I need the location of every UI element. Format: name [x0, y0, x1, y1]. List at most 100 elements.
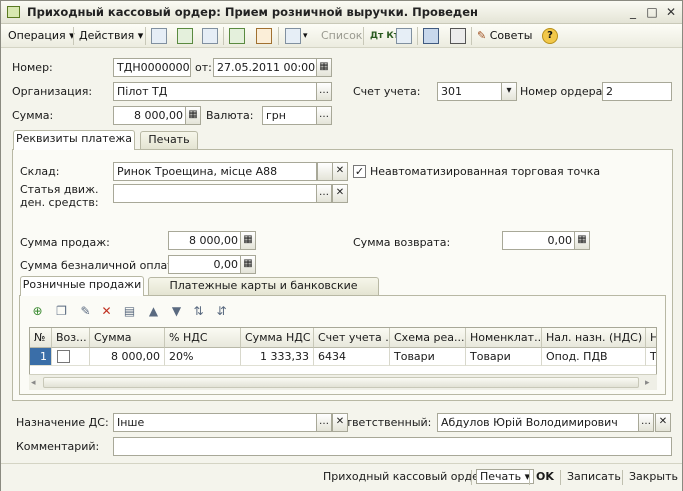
number-field[interactable]: ТДН00000002 — [113, 58, 191, 77]
tax-purpose-cell[interactable]: Опод. ПДВ — [542, 348, 646, 366]
minimize-button[interactable]: _ — [625, 4, 641, 20]
sum-field[interactable]: 8 000,00 — [113, 106, 187, 125]
unpost-document-icon[interactable] — [256, 28, 272, 44]
post-document-icon[interactable] — [229, 28, 245, 44]
column-header[interactable]: Нал. назн. (НДС) — [542, 328, 646, 348]
tab-retail-sales[interactable]: Розничные продажи — [20, 276, 144, 296]
sort-descending-icon[interactable]: ⇵ — [214, 304, 229, 319]
column-header[interactable]: Воз... — [52, 328, 90, 348]
copy-row-icon[interactable]: ❐ — [54, 304, 69, 319]
comment-label: Комментарий: — [16, 440, 100, 453]
currency-field[interactable]: грн — [262, 106, 318, 125]
responsible-field[interactable]: Абдулов Юрій Володимирович — [437, 413, 640, 432]
column-header[interactable]: Схема реа... — [390, 328, 466, 348]
extra-cell[interactable]: Т — [646, 348, 656, 366]
purpose-field[interactable]: Інше — [113, 413, 318, 432]
sales-sum-field[interactable]: 8 000,00 — [168, 231, 242, 250]
scroll-left-icon[interactable]: ◂ — [31, 378, 36, 388]
tab-print[interactable]: Печать — [140, 131, 198, 149]
calculator-icon[interactable]: ▦ — [185, 106, 201, 125]
horizontal-scrollbar[interactable]: ◂ ▸ — [29, 374, 657, 390]
calculator-icon[interactable]: ▦ — [574, 231, 590, 250]
calculator-icon[interactable]: ▦ — [240, 255, 256, 274]
vat-rate-cell[interactable]: 20% — [165, 348, 241, 366]
column-header[interactable]: Н — [646, 328, 656, 348]
order-number-field[interactable]: 2 — [602, 82, 672, 101]
scroll-right-icon[interactable]: ▸ — [645, 378, 650, 388]
move-up-icon[interactable]: ▲ — [146, 304, 161, 319]
calendar-icon[interactable]: ▦ — [316, 58, 332, 77]
copy-document-icon[interactable] — [202, 28, 218, 44]
clear-responsible-icon[interactable]: ✕ — [655, 413, 671, 432]
move-document-icon[interactable] — [151, 28, 167, 44]
tips-icon: ✎ — [477, 29, 487, 42]
comment-field[interactable] — [113, 437, 672, 456]
purpose-label: Назначение ДС: — [16, 416, 109, 429]
sort-ascending-icon[interactable]: ⇅ — [191, 304, 206, 319]
article-field[interactable] — [113, 184, 318, 203]
chevron-down-icon[interactable]: ▾ — [501, 82, 517, 101]
ok-button[interactable]: OK — [536, 470, 554, 483]
non-automated-checkbox[interactable]: ✓ — [353, 165, 366, 178]
cashless-sum-field[interactable]: 0,00 — [168, 255, 242, 274]
close-form-button[interactable]: Закрыть — [629, 470, 678, 483]
sum-cell[interactable]: 8 000,00 — [90, 348, 165, 366]
vat-sum-cell[interactable]: 1 333,33 — [241, 348, 314, 366]
based-on-dropdown[interactable]: ▾ — [303, 27, 308, 45]
tips-label: Советы — [489, 29, 533, 42]
column-header[interactable]: Сумма НДС — [241, 328, 314, 348]
structure-icon[interactable] — [423, 28, 439, 44]
add-row-icon[interactable]: ⊕ — [30, 304, 45, 319]
clear-warehouse-icon[interactable] — [317, 162, 333, 181]
column-header[interactable]: % НДС — [165, 328, 241, 348]
return-checkbox[interactable] — [57, 350, 70, 363]
delete-row-icon[interactable]: ✕ — [99, 304, 114, 319]
clear-purpose-icon[interactable]: ✕ — [332, 413, 348, 432]
responsible-label: Ответственный: — [337, 416, 432, 429]
return-sum-field[interactable]: 0,00 — [502, 231, 576, 250]
select-responsible-button[interactable]: … — [638, 413, 654, 432]
dtkt-icon[interactable]: Дт Кт — [370, 27, 399, 45]
select-organization-button[interactable]: … — [316, 82, 332, 101]
column-header[interactable]: № — [30, 328, 52, 348]
refresh-icon[interactable] — [177, 28, 193, 44]
list-button[interactable]: Список — [321, 27, 362, 45]
based-on-icon[interactable] — [285, 28, 301, 44]
tab-payment-details[interactable]: Реквизиты платежа — [13, 130, 135, 150]
calculator-icon[interactable]: ▦ — [240, 231, 256, 250]
account-cell[interactable]: 6434 — [314, 348, 390, 366]
actions-menu[interactable]: Действия ▾ — [79, 27, 143, 45]
tab-payment-cards[interactable]: Платежные карты и банковские кредиты — [148, 277, 379, 308]
help-icon[interactable]: ? — [542, 28, 558, 44]
close-button[interactable]: ✕ — [663, 4, 679, 20]
print-menu-button[interactable]: Печать ▾ — [476, 469, 535, 484]
columns-icon[interactable] — [450, 28, 466, 44]
nomenclature-cell[interactable]: Товари — [466, 348, 542, 366]
toolbar-separator — [471, 27, 472, 45]
warehouse-field[interactable]: Ринок Троещина, місце А88 — [113, 162, 318, 181]
maximize-button[interactable]: □ — [644, 4, 660, 20]
save-button[interactable]: Записать — [567, 470, 621, 483]
move-down-icon[interactable]: ▼ — [169, 304, 184, 319]
end-edit-icon[interactable]: ▤ — [122, 304, 137, 319]
row-number-cell[interactable]: 1 — [30, 348, 52, 366]
print-form-button[interactable]: Приходный кассовый ордер — [323, 470, 486, 483]
edit-row-icon[interactable]: ✎ — [78, 304, 93, 319]
clear-article-icon[interactable]: ✕ — [332, 184, 348, 203]
organization-field[interactable]: Пілот ТД — [113, 82, 318, 101]
scheme-cell[interactable]: Товари — [390, 348, 466, 366]
select-purpose-button[interactable]: … — [316, 413, 332, 432]
report-icon[interactable] — [396, 28, 412, 44]
column-header[interactable]: Сумма — [90, 328, 165, 348]
tips-button[interactable]: ✎ Советы — [477, 27, 532, 45]
scrollbar-thumb[interactable] — [43, 377, 639, 388]
return-cell[interactable] — [52, 348, 90, 366]
select-currency-button[interactable]: … — [316, 106, 332, 125]
column-header[interactable]: Номенклат... — [466, 328, 542, 348]
date-field[interactable]: 27.05.2011 00:00:00 — [213, 58, 317, 77]
account-field[interactable]: 301 — [437, 82, 503, 101]
operation-menu[interactable]: Операция ▾ — [8, 27, 75, 45]
column-header[interactable]: Счет учета ... — [314, 328, 390, 348]
select-article-button[interactable]: … — [316, 184, 332, 203]
clear-warehouse-icon[interactable]: ✕ — [332, 162, 348, 181]
